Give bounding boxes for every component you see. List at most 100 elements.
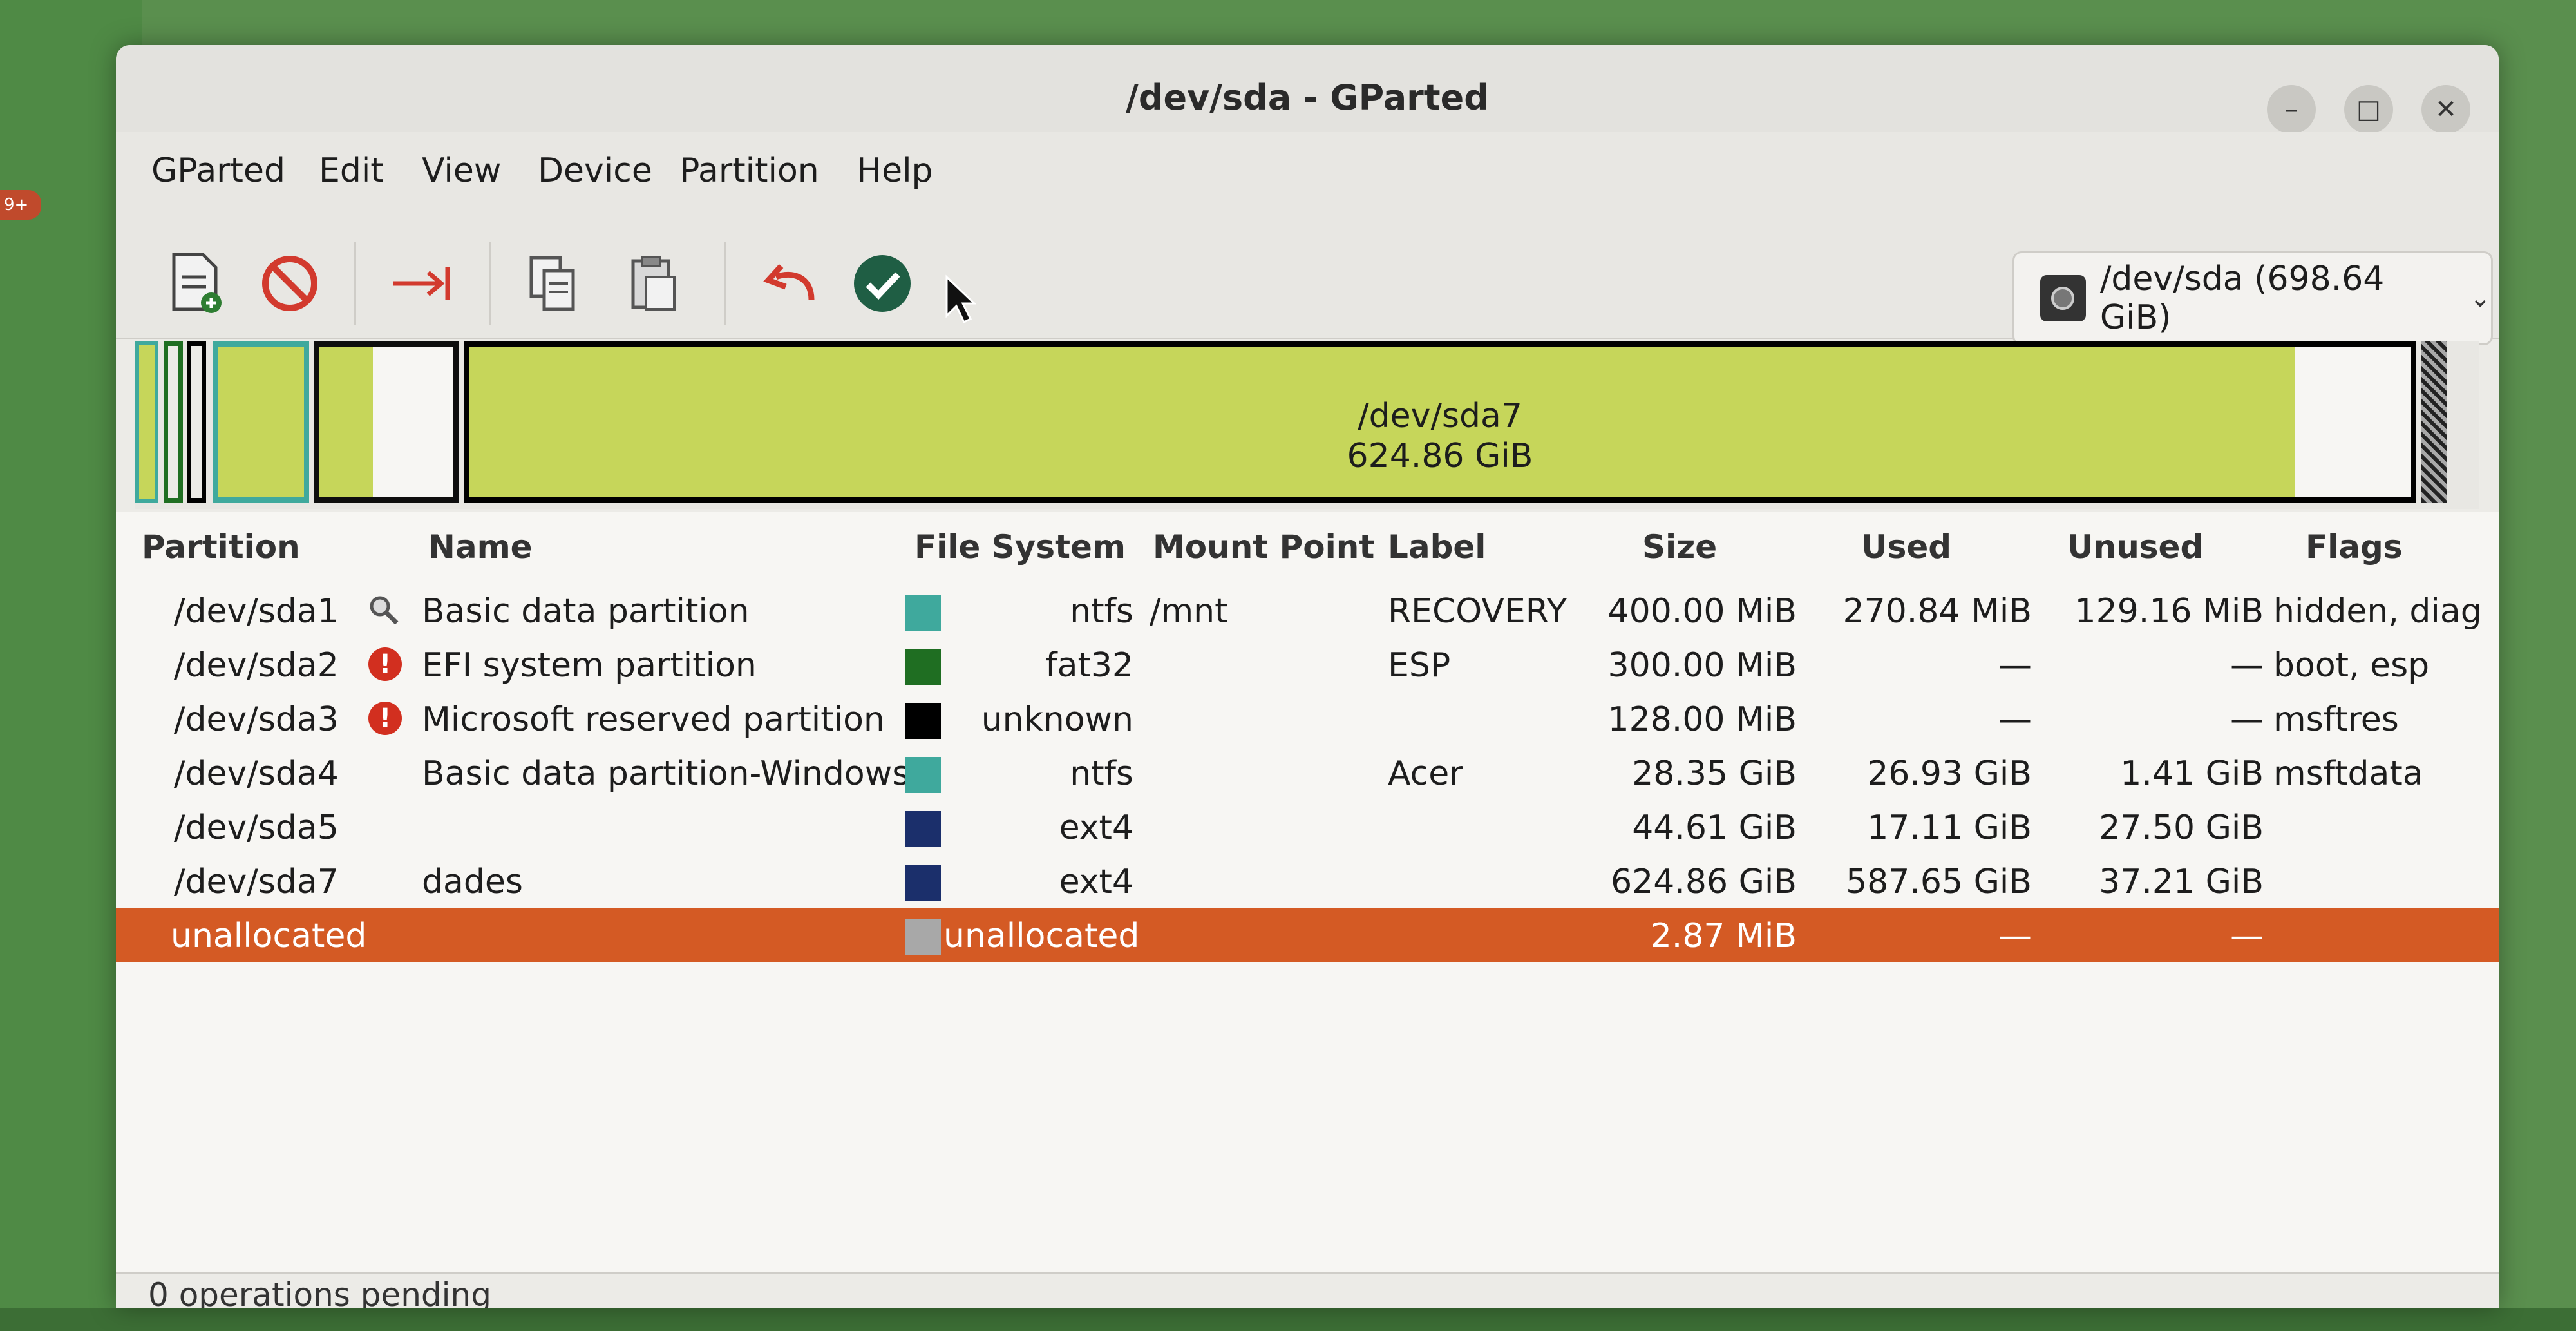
unused-cell: — xyxy=(2230,917,2264,955)
diskmap-sda3[interactable] xyxy=(187,341,206,503)
size-cell: 2.87 MiB xyxy=(1650,917,1797,955)
flags-cell: hidden, diag xyxy=(2273,592,2482,631)
new-partition-icon xyxy=(172,253,222,313)
filesystem-cell: unallocated xyxy=(943,917,1140,955)
delete-icon xyxy=(262,256,317,311)
table-row[interactable]: /dev/sda2 ! EFI system partition fat32 E… xyxy=(116,637,2499,691)
diskmap-sda2[interactable] xyxy=(164,341,183,503)
window-title: /dev/sda - GParted xyxy=(1126,77,1489,118)
device-selector[interactable]: /dev/sda (698.64 GiB) ⌄ xyxy=(2012,251,2493,345)
menu-edit[interactable]: Edit xyxy=(319,151,384,190)
fs-color-swatch xyxy=(905,919,941,955)
table-row[interactable]: /dev/sda4 Basic data partition-Windows n… xyxy=(116,745,2499,800)
used-cell: 270.84 MiB xyxy=(1842,592,2032,631)
search-icon xyxy=(367,593,401,627)
chevron-down-icon: ⌄ xyxy=(2469,283,2491,313)
name-cell: EFI system partition xyxy=(422,646,757,685)
paste-button[interactable] xyxy=(618,248,689,319)
diskmap-unallocated[interactable] xyxy=(2421,341,2447,503)
name-cell: Basic data partition-Windows xyxy=(422,754,910,793)
copy-button[interactable] xyxy=(518,248,589,319)
partition-cell: /dev/sda4 xyxy=(174,754,339,793)
undo-icon xyxy=(763,263,815,300)
table-row[interactable]: /dev/sda1 Basic data partition ntfs /mnt… xyxy=(116,583,2499,637)
close-button[interactable]: ✕ xyxy=(2421,85,2470,134)
menu-view[interactable]: View xyxy=(422,151,501,190)
table-row[interactable]: /dev/sda3 ! Microsoft reserved partition… xyxy=(116,691,2499,745)
paste-icon xyxy=(631,256,676,311)
menu-partition[interactable]: Partition xyxy=(679,151,819,190)
col-header-flags[interactable]: Flags xyxy=(2306,528,2403,566)
resize-move-icon xyxy=(393,267,450,300)
titlebar: /dev/sda - GParted – □ ✕ xyxy=(116,45,2499,134)
label-cell: ESP xyxy=(1388,646,1451,685)
fs-color-swatch xyxy=(905,703,941,739)
diskmap-selected-name: /dev/sda7 xyxy=(1358,397,1522,436)
fs-color-swatch xyxy=(905,649,941,685)
used-cell: 587.65 GiB xyxy=(1846,863,2032,901)
table-row-selected[interactable]: unallocated unallocated 2.87 MiB — — xyxy=(116,908,2499,962)
partition-table: Partition Name File System Mount Point L… xyxy=(116,512,2499,1272)
unused-cell: 37.21 GiB xyxy=(2099,863,2264,901)
maximize-button[interactable]: □ xyxy=(2344,85,2393,134)
filesystem-cell: ntfs xyxy=(1070,592,1133,631)
copy-icon xyxy=(529,256,575,311)
used-cell: — xyxy=(1998,700,2032,739)
col-header-used[interactable]: Used xyxy=(1861,528,1951,566)
size-cell: 300.00 MiB xyxy=(1607,646,1797,685)
col-header-label[interactable]: Label xyxy=(1388,528,1486,566)
table-row[interactable]: /dev/sda7 dades ext4 624.86 GiB 587.65 G… xyxy=(116,854,2499,908)
delete-partition-button[interactable] xyxy=(254,248,325,319)
size-cell: 28.35 GiB xyxy=(1632,754,1797,793)
menu-device[interactable]: Device xyxy=(538,151,652,190)
col-header-filesystem[interactable]: File System xyxy=(914,528,1126,566)
toolbar-separator xyxy=(724,242,726,325)
toolbar: /dev/sda (698.64 GiB) ⌄ xyxy=(116,203,2499,345)
size-cell: 400.00 MiB xyxy=(1607,592,1797,631)
hard-disk-icon xyxy=(2040,275,2086,321)
table-row[interactable]: /dev/sda5 ext4 44.61 GiB 17.11 GiB 27.50… xyxy=(116,800,2499,854)
flags-cell: msftdata xyxy=(2273,754,2423,793)
menubar: GParted Edit View Device Partition Help xyxy=(116,132,2499,203)
used-cell: 26.93 GiB xyxy=(1867,754,2032,793)
filesystem-cell: ext4 xyxy=(1059,863,1133,901)
diskmap-sda4[interactable] xyxy=(213,341,309,503)
apply-check-icon xyxy=(854,255,911,312)
diskmap-sda7-selected[interactable]: /dev/sda7 624.86 GiB xyxy=(464,341,2416,503)
diskmap-sda5[interactable] xyxy=(314,341,459,503)
menu-gparted[interactable]: GParted xyxy=(151,151,285,190)
col-header-partition[interactable]: Partition xyxy=(142,528,300,566)
used-cell: — xyxy=(1998,646,2032,685)
diskmap-sda1[interactable] xyxy=(135,341,158,503)
used-cell: 17.11 GiB xyxy=(1867,809,2032,847)
col-header-mount-point[interactable]: Mount Point xyxy=(1153,528,1374,566)
unused-cell: 27.50 GiB xyxy=(2099,809,2264,847)
partition-cell: /dev/sda2 xyxy=(174,646,339,685)
unused-cell: 1.41 GiB xyxy=(2120,754,2264,793)
mount-point-cell: /mnt xyxy=(1150,592,1228,631)
used-cell: — xyxy=(1998,917,2032,955)
flags-cell: msftres xyxy=(2273,700,2399,739)
mouse-cursor-icon xyxy=(945,274,976,324)
toolbar-separator xyxy=(489,242,491,325)
col-header-unused[interactable]: Unused xyxy=(2067,528,2203,566)
partition-cell: /dev/sda3 xyxy=(174,700,339,739)
toolbar-separator xyxy=(354,242,356,325)
col-header-size[interactable]: Size xyxy=(1642,528,1717,566)
operations-pending-text: 0 operations pending xyxy=(148,1276,491,1308)
undo-button[interactable] xyxy=(753,248,824,319)
size-cell: 44.61 GiB xyxy=(1632,809,1797,847)
menu-help[interactable]: Help xyxy=(857,151,933,190)
apply-button[interactable] xyxy=(847,248,918,319)
col-header-name[interactable]: Name xyxy=(428,528,533,566)
partition-cell: /dev/sda7 xyxy=(174,863,339,901)
name-cell: dades xyxy=(422,863,523,901)
gparted-window: /dev/sda - GParted – □ ✕ GParted Edit Vi… xyxy=(116,45,2499,1308)
diskmap-selected-size: 624.86 GiB xyxy=(1347,437,1533,475)
unused-cell: — xyxy=(2230,646,2264,685)
new-partition-button[interactable] xyxy=(161,248,232,319)
resize-move-button[interactable] xyxy=(386,248,457,319)
name-cell: Microsoft reserved partition xyxy=(422,700,885,739)
minimize-button[interactable]: – xyxy=(2267,85,2316,134)
filesystem-cell: ext4 xyxy=(1059,809,1133,847)
